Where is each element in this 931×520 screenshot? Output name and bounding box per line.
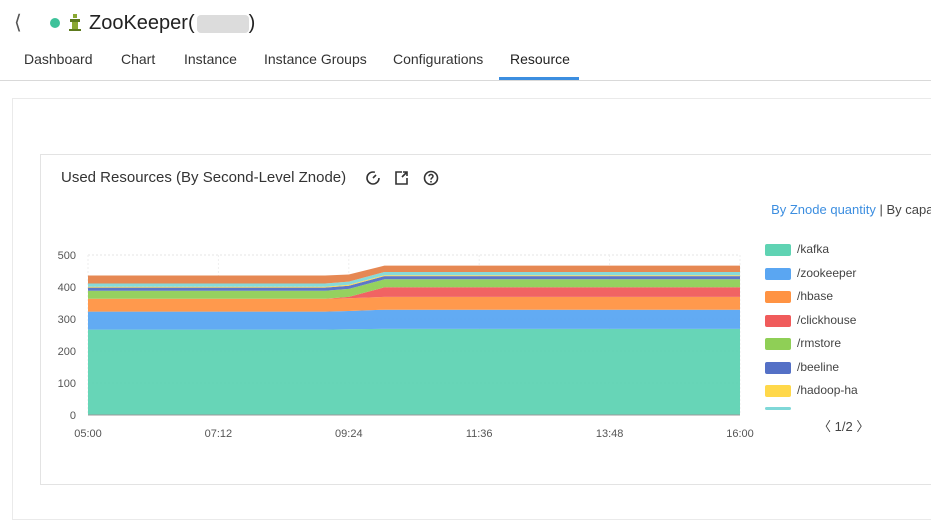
legend-swatch <box>765 338 791 350</box>
legend-swatch-clipped <box>765 406 791 410</box>
legend-swatch <box>765 267 791 280</box>
x-tick-label: 05:00 <box>74 428 102 440</box>
y-tick-label: 200 <box>58 346 76 358</box>
y-tick-label: 400 <box>58 282 76 294</box>
legend-swatch <box>765 244 791 256</box>
legend-label: /hadoop-ha <box>797 383 858 397</box>
legend-label: /beeline <box>797 359 840 374</box>
legend-pager: 〈 1/2 〉 <box>818 416 869 435</box>
y-tick-label: 500 <box>58 250 76 262</box>
area-series-kafka <box>88 328 740 415</box>
legend-prev-button[interactable]: 〈 <box>818 419 831 434</box>
y-tick-label: 300 <box>58 314 76 326</box>
x-tick-label: 09:24 <box>335 428 363 440</box>
legend-swatch <box>765 361 791 374</box>
x-tick-label: 16:00 <box>726 428 754 440</box>
x-tick-label: 07:12 <box>205 428 233 440</box>
x-tick-label: 13:48 <box>596 428 624 440</box>
x-tick-label: 11:36 <box>466 428 493 440</box>
legend-next-button[interactable]: 〉 <box>856 419 869 434</box>
area-series-zookeeper <box>88 309 740 330</box>
area-series-hbase <box>88 296 740 312</box>
y-tick-label: 0 <box>70 410 76 422</box>
legend-swatch <box>765 314 791 327</box>
legend-swatch <box>765 291 791 303</box>
legend-label: /clickhouse <box>797 312 857 327</box>
legend-swatch <box>765 385 791 397</box>
legend-label: /hbase <box>797 289 834 303</box>
y-tick-label: 100 <box>58 378 76 390</box>
stacked-area-chart: 0 100 200 300 400 500 05:00 07:12 09:24 11:36 13:4… <box>58 250 754 440</box>
legend-page-indicator: 1/2 <box>834 419 853 434</box>
legend-label: /rmstore <box>797 336 842 350</box>
legend-label: /kafka <box>797 242 830 256</box>
legend-label: /zookeeper <box>797 265 857 280</box>
